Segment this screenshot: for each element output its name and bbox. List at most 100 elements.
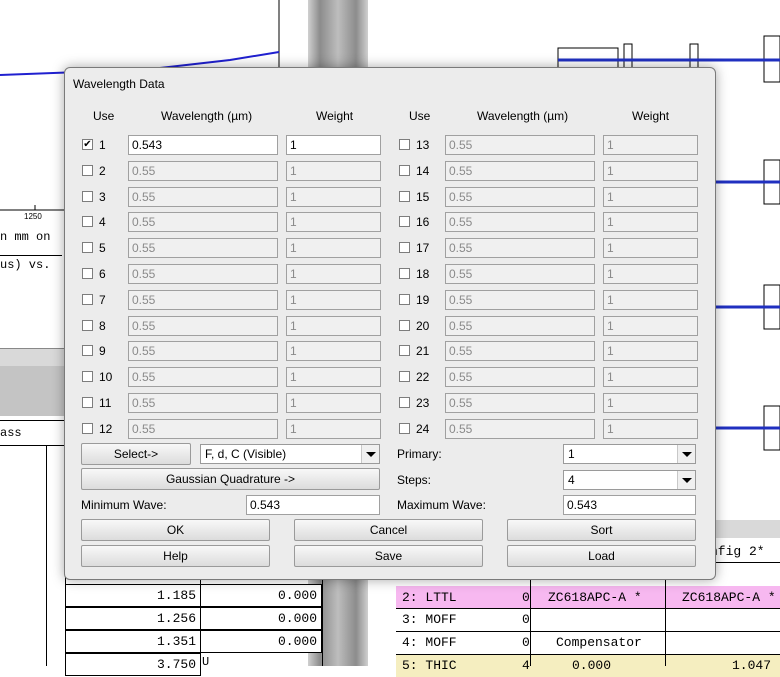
chevron-down-icon[interactable] — [361, 445, 379, 463]
wavelength-input[interactable]: 0.55 — [128, 341, 278, 362]
wavelength-input[interactable]: 0.55 — [128, 238, 278, 259]
weight-input[interactable]: 1 — [603, 289, 698, 310]
table-cell[interactable]: 0.000 — [200, 630, 322, 653]
weight-input[interactable]: 1 — [603, 393, 698, 413]
gaussian-quadrature-button[interactable]: Gaussian Quadrature -> — [81, 468, 380, 490]
load-button[interactable]: Load — [507, 545, 696, 567]
use-checkbox[interactable] — [82, 422, 93, 434]
chevron-down-icon[interactable] — [677, 471, 695, 489]
use-checkbox[interactable] — [399, 319, 410, 331]
wavelength-input[interactable]: 0.55 — [445, 289, 595, 310]
table-cell[interactable]: 0.000 — [200, 584, 322, 607]
table-cell[interactable]: 1.256 — [65, 607, 201, 630]
chevron-down-icon[interactable] — [677, 445, 695, 463]
use-checkbox[interactable] — [82, 164, 93, 176]
weight-input[interactable]: 1 — [286, 393, 381, 413]
save-button[interactable]: Save — [294, 545, 483, 567]
lde-row[interactable]: 3: MOFF 0 — [396, 608, 780, 631]
wavelength-input[interactable]: 0.55 — [445, 341, 595, 362]
wavelength-input[interactable]: 0.55 — [128, 393, 278, 413]
weight-input[interactable]: 1 — [286, 315, 381, 336]
wavelength-input[interactable]: 0.55 — [445, 186, 595, 207]
use-checkbox[interactable] — [82, 319, 93, 331]
weight-input[interactable]: 1 — [603, 315, 698, 336]
weight-input[interactable]: 1 — [286, 418, 381, 439]
cancel-button[interactable]: Cancel — [294, 519, 483, 541]
use-checkbox[interactable] — [399, 293, 410, 305]
use-checkbox[interactable] — [82, 371, 93, 383]
use-checkbox[interactable] — [82, 216, 93, 228]
help-button[interactable]: Help — [81, 545, 270, 567]
wavelength-input[interactable]: 0.55 — [128, 315, 278, 336]
preset-select[interactable]: F, d, C (Visible) — [200, 444, 380, 464]
wavelength-input[interactable]: 0.55 — [128, 264, 278, 284]
weight-input[interactable]: 1 — [603, 367, 698, 388]
ok-button[interactable]: OK — [81, 519, 270, 541]
table-cell[interactable]: 0.000 — [200, 607, 322, 630]
weight-input[interactable]: 1 — [603, 135, 698, 155]
steps-select[interactable]: 4 — [563, 470, 696, 490]
weight-input[interactable]: 1 — [603, 212, 698, 233]
weight-input[interactable]: 1 — [286, 264, 381, 284]
use-checkbox[interactable] — [399, 397, 410, 408]
use-checkbox[interactable] — [82, 190, 93, 202]
sort-button[interactable]: Sort — [507, 519, 696, 541]
use-checkbox[interactable] — [82, 397, 93, 408]
primary-select[interactable]: 1 — [563, 444, 696, 464]
wavelength-input[interactable]: 0.55 — [128, 367, 278, 388]
weight-input[interactable]: 1 — [603, 341, 698, 362]
use-checkbox[interactable] — [82, 268, 93, 279]
wavelength-input[interactable]: 0.55 — [445, 393, 595, 413]
wavelength-input[interactable]: 0.55 — [445, 418, 595, 439]
wavelength-input[interactable]: 0.55 — [128, 418, 278, 439]
use-checkbox[interactable] — [399, 345, 410, 357]
table-grid-line — [46, 446, 47, 666]
wavelength-input[interactable]: 0.55 — [445, 160, 595, 181]
use-checkbox[interactable] — [399, 139, 410, 150]
use-checkbox[interactable] — [82, 242, 93, 254]
weight-input[interactable]: 1 — [286, 212, 381, 233]
use-checkbox[interactable] — [82, 345, 93, 357]
weight-input[interactable]: 1 — [286, 289, 381, 310]
weight-input[interactable]: 1 — [603, 418, 698, 439]
table-cell[interactable]: 1.351 — [65, 630, 201, 653]
weight-input[interactable]: 1 — [603, 160, 698, 181]
lde-row[interactable]: 2: LTTL 0 ZC618APC-A * ZC618APC-A * — [396, 586, 780, 608]
wavelength-input[interactable]: 0.55 — [128, 160, 278, 181]
weight-input[interactable]: 1 — [286, 238, 381, 259]
weight-input[interactable]: 1 — [286, 135, 381, 155]
use-checkbox[interactable] — [82, 293, 93, 305]
weight-input[interactable]: 1 — [286, 367, 381, 388]
use-checkbox[interactable] — [399, 371, 410, 383]
wavelength-input[interactable]: 0.55 — [128, 186, 278, 207]
weight-input[interactable]: 1 — [286, 341, 381, 362]
weight-input[interactable]: 1 — [603, 238, 698, 259]
lde-row[interactable]: 4: MOFF 0 Compensator — [396, 631, 780, 654]
plot-divider — [0, 255, 62, 256]
use-checkbox[interactable] — [399, 216, 410, 228]
table-cell[interactable]: 3.750 — [65, 653, 201, 676]
use-checkbox[interactable] — [399, 164, 410, 176]
wavelength-input[interactable]: 0.55 — [128, 212, 278, 233]
weight-input[interactable]: 1 — [286, 186, 381, 207]
wavelength-input[interactable]: 0.55 — [445, 135, 595, 155]
wavelength-input[interactable]: 0.55 — [445, 367, 595, 388]
use-checkbox[interactable]: ✔ — [82, 139, 93, 150]
min-wave-input[interactable]: 0.543 — [246, 495, 380, 515]
use-checkbox[interactable] — [399, 190, 410, 202]
wavelength-input[interactable]: 0.55 — [445, 212, 595, 233]
wavelength-input[interactable]: 0.55 — [445, 264, 595, 284]
use-checkbox[interactable] — [399, 268, 410, 279]
table-cell[interactable]: 1.185 — [65, 584, 201, 607]
use-checkbox[interactable] — [399, 242, 410, 254]
weight-input[interactable]: 1 — [286, 160, 381, 181]
weight-input[interactable]: 1 — [603, 264, 698, 284]
wavelength-input[interactable]: 0.55 — [128, 289, 278, 310]
max-wave-input[interactable]: 0.543 — [563, 495, 696, 515]
weight-input[interactable]: 1 — [603, 186, 698, 207]
select-button[interactable]: Select-> — [81, 443, 191, 465]
wavelength-input[interactable]: 0.55 — [445, 315, 595, 336]
use-checkbox[interactable] — [399, 422, 410, 434]
wavelength-input[interactable]: 0.55 — [445, 238, 595, 259]
wavelength-input[interactable]: 0.543 — [128, 135, 278, 155]
